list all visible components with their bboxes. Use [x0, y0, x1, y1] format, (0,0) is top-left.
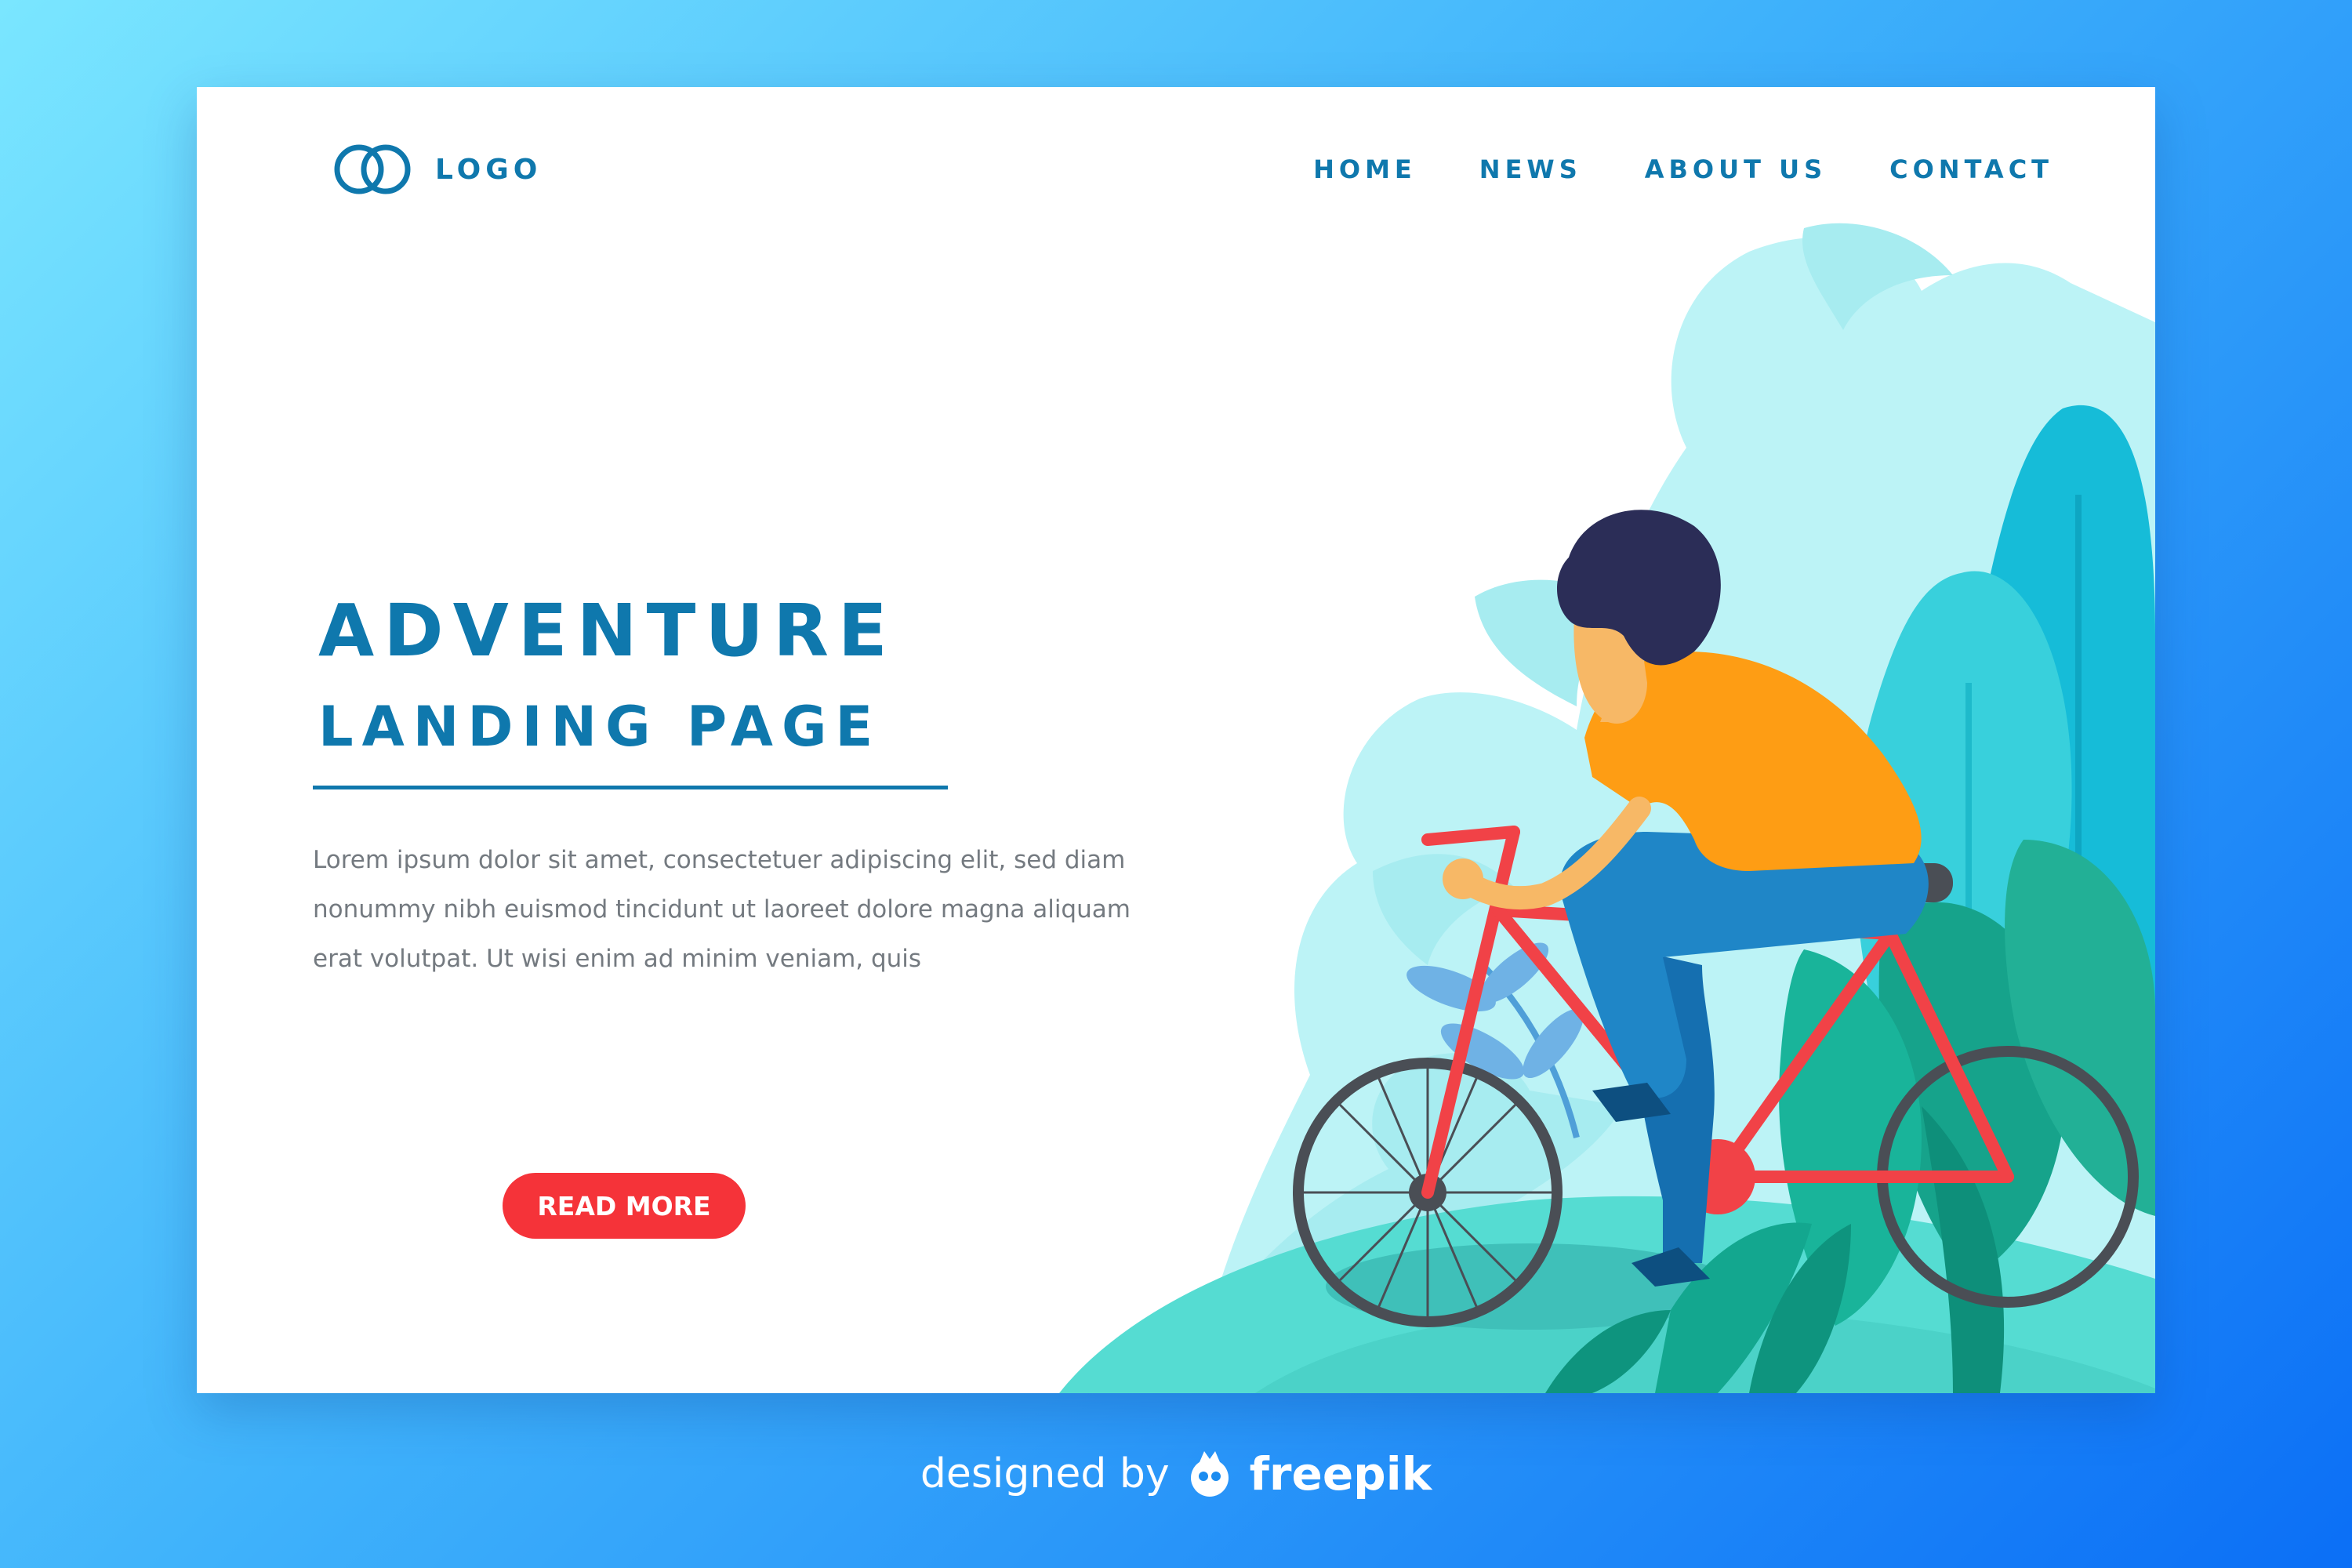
logo[interactable]: LOGO: [332, 142, 542, 197]
footer-credit: designed by freepik: [0, 1446, 2352, 1501]
main-nav: HOME NEWS ABOUT US CONTACT: [1313, 150, 2053, 189]
title-underline: [313, 786, 948, 789]
credit-prefix: designed by: [920, 1450, 1170, 1497]
hero-subtitle: LANDING PAGE: [318, 695, 882, 759]
landing-page-card: LOGO HOME NEWS ABOUT US CONTACT ADVENTUR…: [197, 87, 2155, 1393]
nav-contact-link[interactable]: CONTACT: [1889, 150, 2053, 189]
nav-home-link[interactable]: HOME: [1313, 150, 1417, 189]
credit-brand[interactable]: freepik: [1250, 1447, 1432, 1501]
interlocked-rings-icon: [334, 144, 411, 194]
read-more-button[interactable]: READ MORE: [503, 1173, 746, 1239]
hero-body-text: Lorem ipsum dolor sit amet, consectetuer…: [313, 846, 1131, 973]
nav-about-us-link[interactable]: ABOUT US: [1645, 150, 1827, 189]
nav-news-link[interactable]: NEWS: [1479, 150, 1582, 189]
logo-text: LOGO: [435, 153, 543, 186]
hero-title: ADVENTURE: [318, 589, 897, 673]
freepik-mascot-icon: [1190, 1451, 1229, 1497]
